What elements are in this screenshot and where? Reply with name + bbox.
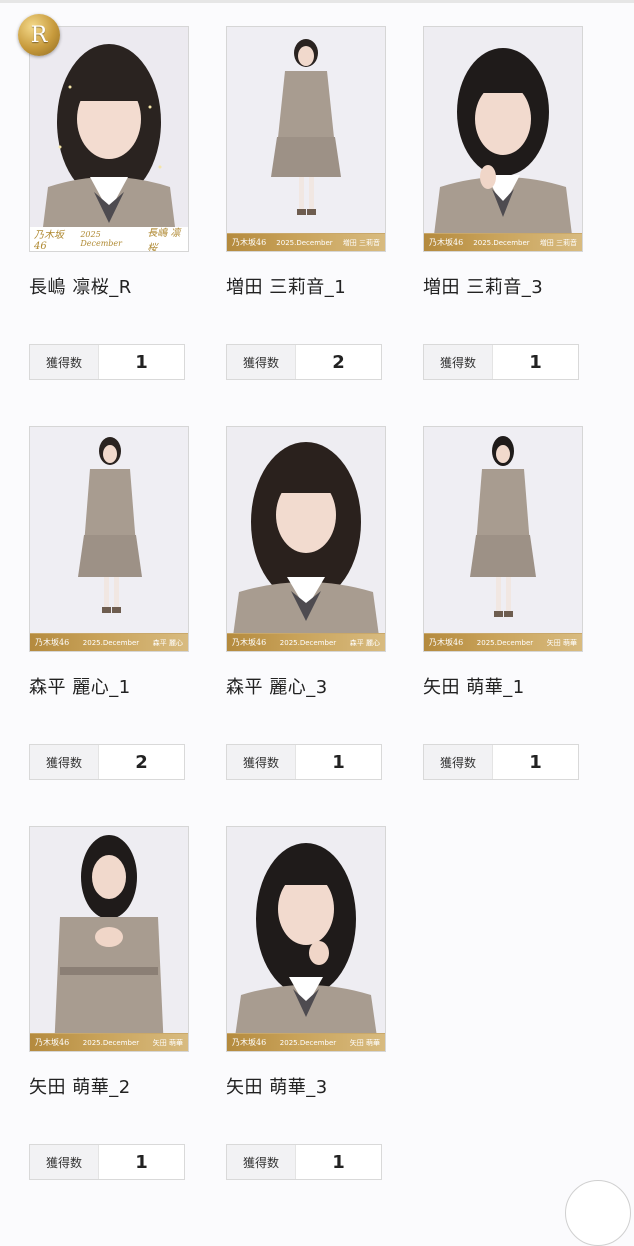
count-value: 1 — [332, 1151, 345, 1173]
footer-logo: 乃木坂46 — [429, 638, 464, 647]
footer-logo: 乃木坂46 — [35, 638, 70, 647]
footer-name: 森平 麗心 — [349, 638, 380, 647]
count-value: 2 — [135, 751, 148, 773]
count-value: 2 — [332, 351, 345, 373]
footer-signature: 長嶋 凛桜 — [147, 228, 181, 252]
top-divider — [0, 0, 634, 3]
count-value: 1 — [529, 351, 542, 373]
count-value: 1 — [135, 1151, 148, 1173]
photo-footer: 乃木坂46 2025.December 森平 麗心 — [227, 633, 385, 651]
card-title: 矢田 萌華_2 — [29, 1077, 131, 1098]
count-box: 獲得数 1 — [423, 344, 579, 380]
member-photo-closeup[interactable]: 乃木坂46 2025.December 森平 麗心 — [226, 426, 386, 652]
count-value: 1 — [529, 751, 542, 773]
count-label: 獲得数 — [424, 345, 493, 379]
card-title: 増田 三莉音_3 — [423, 277, 544, 298]
member-photo-fullbody[interactable]: 乃木坂46 2025.December 矢田 萌華 — [423, 426, 583, 652]
footer-logo: 乃木坂46 — [34, 230, 64, 252]
signature-strip: 乃木坂46 2025 December 長嶋 凛桜 — [30, 227, 188, 251]
footer-date: 2025.December — [276, 238, 333, 247]
count-label: 獲得数 — [227, 745, 296, 779]
footer-name: 矢田 萌華 — [546, 638, 577, 647]
member-photo-fullbody[interactable]: 乃木坂46 2025.December 増田 三莉音 — [226, 26, 386, 252]
member-photo-closeup[interactable]: 乃木坂46 2025 December 長嶋 凛桜 — [29, 26, 189, 252]
footer-logo: 乃木坂46 — [232, 638, 267, 647]
card-title: 矢田 萌華_3 — [226, 1077, 328, 1098]
count-label: 獲得数 — [30, 745, 99, 779]
footer-logo: 乃木坂46 — [35, 1038, 70, 1047]
member-photo-halfbody[interactable]: 乃木坂46 2025.December 矢田 萌華 — [29, 826, 189, 1052]
photo-footer: 乃木坂46 2025.December 矢田 萌華 — [424, 633, 582, 651]
photo-footer: 乃木坂46 2025.December 増田 三莉音 — [227, 233, 385, 251]
member-photo-closeup[interactable]: 乃木坂46 2025.December 矢田 萌華 — [226, 826, 386, 1052]
card-title: 増田 三莉音_1 — [226, 277, 347, 298]
footer-date: 2025.December — [82, 1038, 140, 1047]
card-title: 長嶋 凛桜_R — [29, 277, 132, 298]
member-photo-closeup[interactable]: 乃木坂46 2025.December 増田 三莉音 — [423, 26, 583, 252]
count-label: 獲得数 — [30, 345, 99, 379]
count-value: 1 — [332, 751, 345, 773]
photo-footer: 乃木坂46 2025.December 矢田 萌華 — [30, 1033, 188, 1051]
count-box: 獲得数 2 — [29, 744, 185, 780]
footer-logo: 乃木坂46 — [429, 238, 464, 247]
footer-name: 森平 麗心 — [152, 638, 183, 647]
footer-name: 増田 三莉音 — [342, 238, 380, 247]
footer-name: 増田 三莉音 — [539, 238, 577, 247]
scroll-to-top-button[interactable] — [565, 1180, 631, 1246]
card-title: 矢田 萌華_1 — [423, 677, 525, 698]
footer-name: 矢田 萌華 — [349, 1038, 380, 1047]
count-box: 獲得数 1 — [226, 744, 382, 780]
count-label: 獲得数 — [424, 745, 493, 779]
photo-footer: 乃木坂46 2025.December 増田 三莉音 — [424, 233, 582, 251]
count-box: 獲得数 2 — [226, 344, 382, 380]
count-box: 獲得数 1 — [29, 344, 185, 380]
footer-date: 2025.December — [279, 638, 337, 647]
footer-logo: 乃木坂46 — [232, 238, 267, 247]
member-photo-fullbody[interactable]: 乃木坂46 2025.December 森平 麗心 — [29, 426, 189, 652]
footer-date: 2025.December — [476, 638, 534, 647]
count-label: 獲得数 — [227, 1145, 296, 1179]
photo-footer: 乃木坂46 2025.December 矢田 萌華 — [227, 1033, 385, 1051]
footer-logo: 乃木坂46 — [232, 1038, 267, 1047]
footer-date: 2025.December — [279, 1038, 337, 1047]
card-title: 森平 麗心_3 — [226, 677, 328, 698]
rare-gold-badge-icon: R — [18, 14, 60, 56]
footer-date: 2025 December — [80, 230, 122, 248]
count-box: 獲得数 1 — [29, 1144, 185, 1180]
count-label: 獲得数 — [30, 1145, 99, 1179]
badge-label: R — [30, 22, 48, 48]
count-label: 獲得数 — [227, 345, 296, 379]
footer-name: 矢田 萌華 — [152, 1038, 183, 1047]
count-box: 獲得数 1 — [226, 1144, 382, 1180]
photo-footer: 乃木坂46 2025.December 森平 麗心 — [30, 633, 188, 651]
count-box: 獲得数 1 — [423, 744, 579, 780]
card-title: 森平 麗心_1 — [29, 677, 131, 698]
count-value: 1 — [135, 351, 148, 373]
footer-date: 2025.December — [82, 638, 140, 647]
footer-date: 2025.December — [473, 238, 530, 247]
